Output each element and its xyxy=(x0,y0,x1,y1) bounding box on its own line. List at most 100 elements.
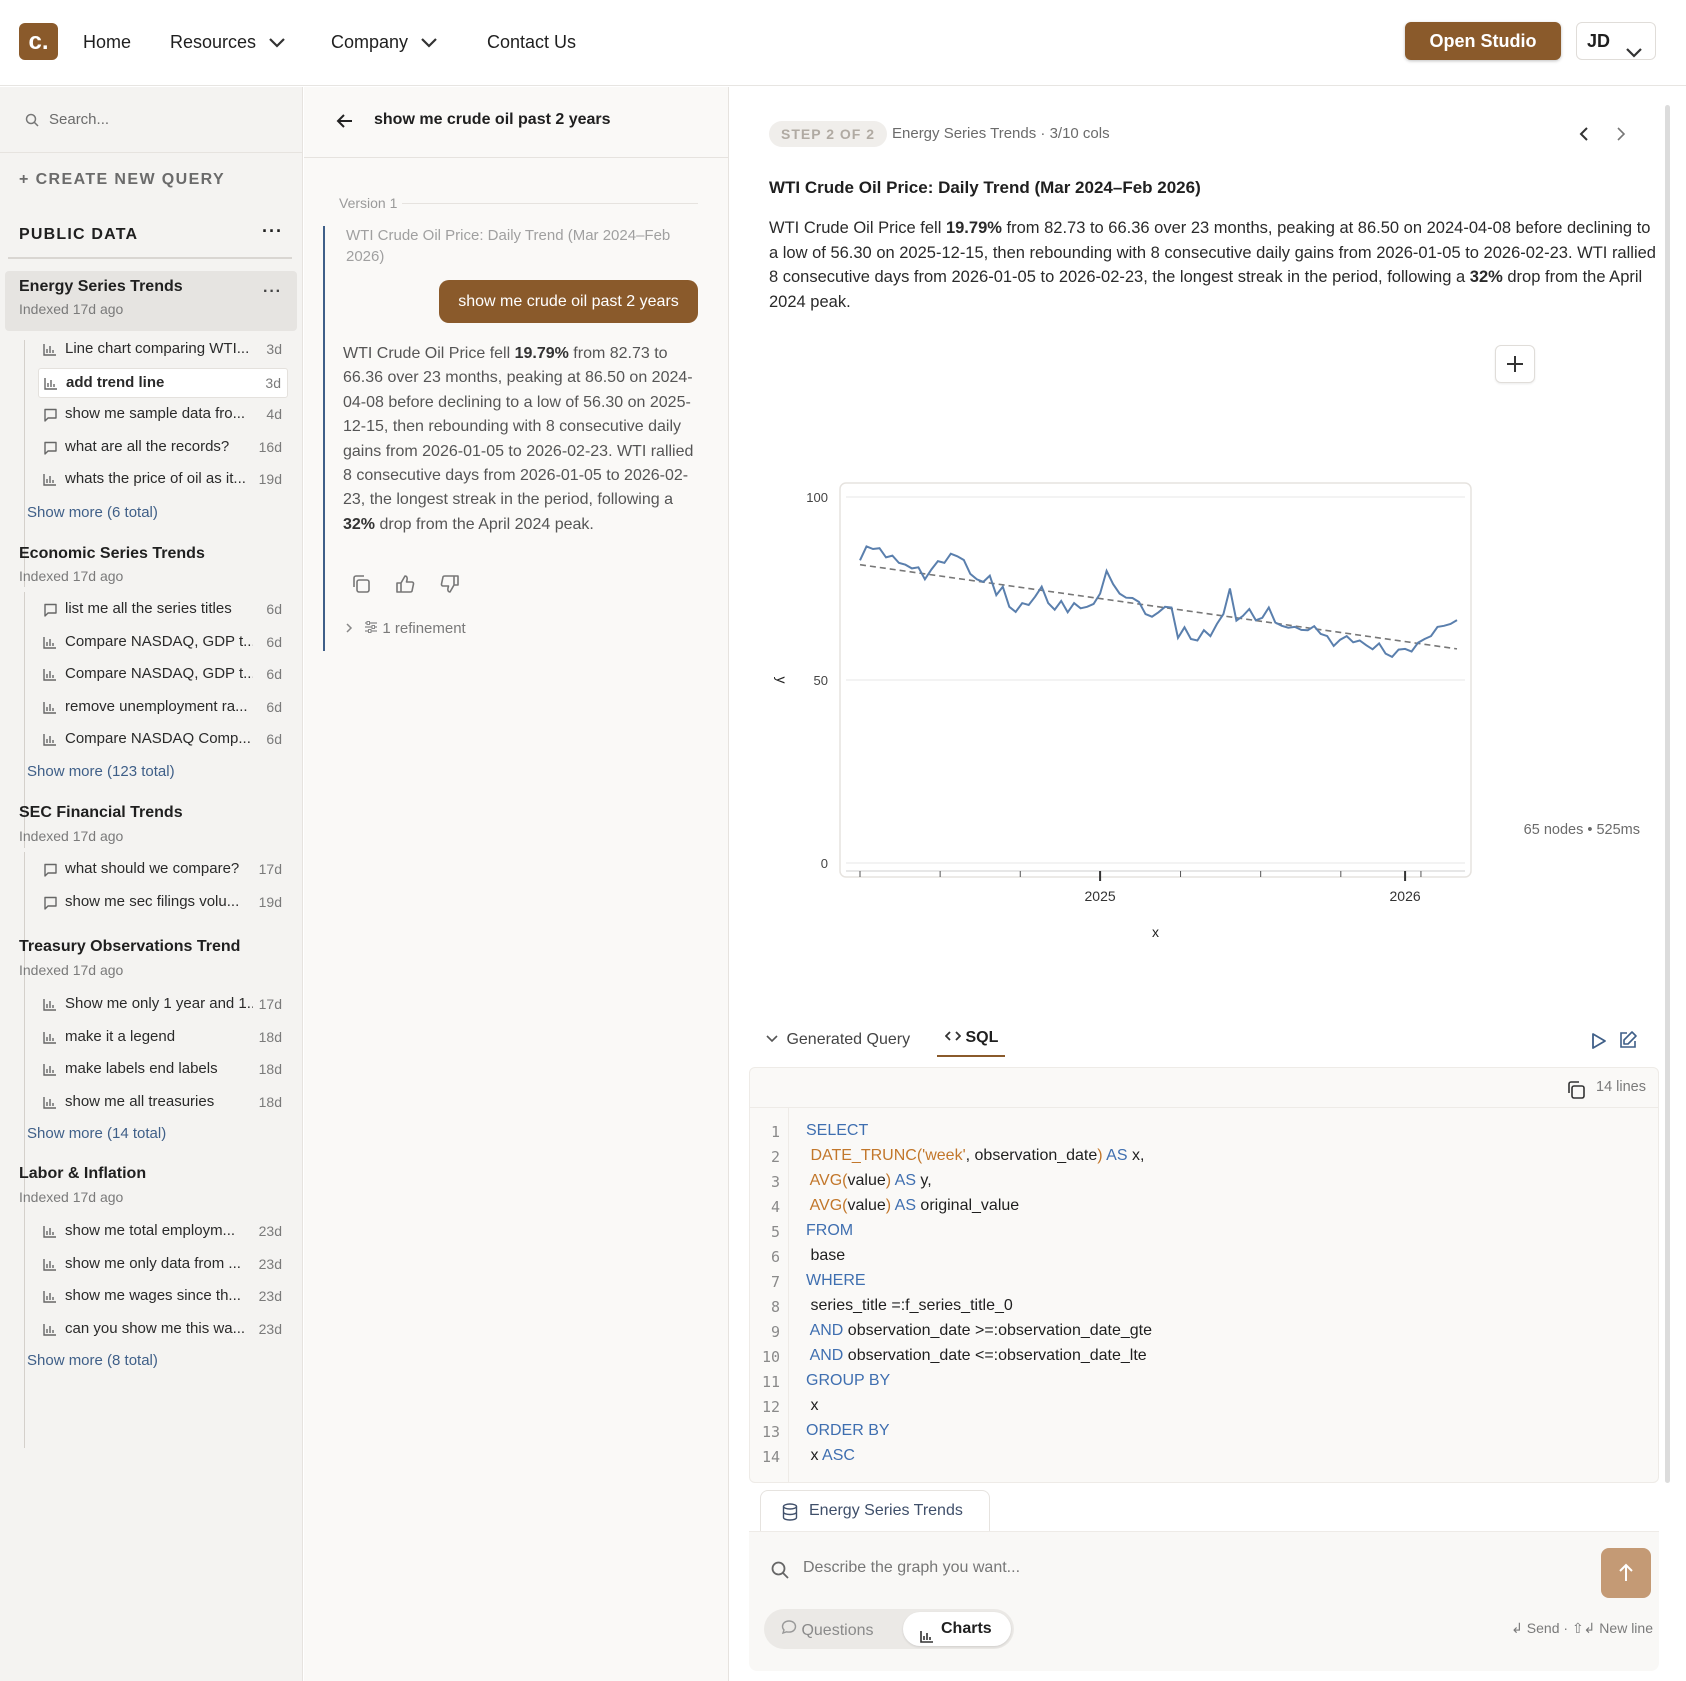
group-title-sec[interactable]: SEC Financial Trends xyxy=(19,804,183,822)
list-item[interactable]: Compare NASDAQ, GDP t... 6d xyxy=(38,628,288,658)
list-item-label: show me sec filings volu... xyxy=(65,892,240,910)
search-input[interactable]: Search... xyxy=(49,111,109,128)
list-item[interactable]: make it a legend 18d xyxy=(38,1023,288,1053)
list-item-label: Compare NASDAQ Comp... xyxy=(65,730,251,747)
x-tick-label: 2025 xyxy=(1085,888,1116,904)
list-item[interactable]: list me all the series titles 6d xyxy=(38,595,288,625)
list-item[interactable]: whats the price of oil as it... 19d xyxy=(38,465,288,495)
thumbs-up-icon[interactable] xyxy=(394,573,416,600)
group-more-button[interactable]: ··· xyxy=(263,283,282,301)
prompt-input[interactable]: Describe the graph you want... xyxy=(803,1559,1020,1577)
nav-company[interactable]: Company xyxy=(331,29,438,55)
chart-icon xyxy=(43,1290,57,1307)
answer-text: from 82.73 to 66.36 over 23 months, peak… xyxy=(343,345,694,509)
list-item[interactable]: add trend line 3d xyxy=(38,367,288,398)
y-tick-label: 50 xyxy=(814,673,828,688)
chevron-right-icon[interactable] xyxy=(1615,127,1627,146)
code-token: 'week' xyxy=(922,1147,966,1164)
mode-questions[interactable]: Questions xyxy=(781,1619,874,1640)
group-title-treasury[interactable]: Treasury Observations Trend xyxy=(19,938,240,956)
y-tick-label: 0 xyxy=(821,856,828,871)
list-item[interactable]: Line chart comparing WTI... 3d xyxy=(38,335,288,365)
list-item[interactable]: Show me only 1 year and 1... 17d xyxy=(38,990,288,1020)
comment-icon xyxy=(43,441,58,459)
chevron-left-icon[interactable] xyxy=(1578,127,1590,146)
add-button[interactable] xyxy=(1495,345,1535,383)
sidebar-search[interactable]: Search... xyxy=(0,87,303,153)
list-item[interactable]: what should we compare? 17d xyxy=(38,855,288,885)
back-arrow-icon[interactable] xyxy=(336,113,354,134)
list-item[interactable]: show me sec filings volu... 19d xyxy=(38,888,288,918)
list-item-age: 6d xyxy=(266,666,282,682)
copy-icon[interactable] xyxy=(1565,1079,1587,1106)
list-item[interactable]: show me sample data fro... 4d xyxy=(38,400,288,430)
step-info: Energy Series Trends · 3/10 cols xyxy=(892,125,1110,142)
list-item[interactable]: remove unemployment ra... 6d xyxy=(38,693,288,723)
line-chart[interactable]: 0 50 100 2025 2026 x y xyxy=(750,387,1570,947)
code-line: WHERE xyxy=(806,1272,866,1290)
code-line: base xyxy=(806,1247,845,1265)
chart-title: WTI Crude Oil Price: Daily Trend (Mar 20… xyxy=(769,178,1201,197)
user-menu-button[interactable]: JD xyxy=(1576,22,1656,60)
show-more-link[interactable]: Show more (8 total) xyxy=(27,1352,158,1369)
list-item[interactable]: Compare NASDAQ, GDP t... 6d xyxy=(38,660,288,690)
list-item-label: add trend line xyxy=(66,373,165,391)
copy-icon[interactable] xyxy=(350,573,372,600)
tab-sql[interactable]: SQL xyxy=(944,1029,998,1047)
list-item[interactable]: make labels end labels 18d xyxy=(38,1055,288,1085)
group-title-energy[interactable]: Energy Series Trends xyxy=(19,278,183,296)
mode-toggle: Questions Charts xyxy=(764,1609,1014,1649)
user-initials: JD xyxy=(1587,31,1611,51)
code-token: x xyxy=(806,1447,819,1464)
list-item-label: make labels end labels xyxy=(65,1060,218,1077)
code-line: x xyxy=(806,1397,818,1415)
chart-icon xyxy=(43,668,57,685)
list-item[interactable]: can you show me this wa... 23d xyxy=(38,1315,288,1345)
list-item[interactable]: what are all the records? 16d xyxy=(38,433,288,463)
show-more-link[interactable]: Show more (14 total) xyxy=(27,1125,166,1142)
open-studio-button[interactable]: Open Studio xyxy=(1405,22,1561,60)
thumbs-down-icon[interactable] xyxy=(439,573,461,600)
version-label[interactable]: Version 1 xyxy=(339,195,397,211)
list-item[interactable]: Compare NASDAQ Comp... 6d xyxy=(38,725,288,755)
group-title-economic[interactable]: Economic Series Trends xyxy=(19,545,205,563)
logo[interactable]: c. xyxy=(19,23,58,60)
section-more-button[interactable]: ··· xyxy=(262,221,283,242)
code-token: WHERE xyxy=(806,1272,866,1289)
tree-line xyxy=(24,852,25,1006)
list-item-age: 6d xyxy=(266,633,282,650)
line-number: 8 xyxy=(770,1298,780,1316)
send-button[interactable] xyxy=(1601,1548,1651,1598)
list-item-label: Show me only 1 year and 1... xyxy=(65,995,253,1012)
sql-code-block[interactable]: 14 lines 1 SELECT 2 DATE_TRUNC('week', obs… xyxy=(749,1067,1659,1483)
scrollbar[interactable] xyxy=(1665,105,1670,1483)
list-item[interactable]: show me all treasuries 18d xyxy=(38,1088,288,1118)
chart-icon xyxy=(43,1031,57,1048)
nav-contact[interactable]: Contact Us xyxy=(487,29,576,55)
list-item[interactable]: show me wages since th... 23d xyxy=(38,1282,288,1312)
search-icon xyxy=(770,1560,790,1585)
source-tab[interactable]: Energy Series Trends xyxy=(760,1490,990,1532)
list-item[interactable]: show me total employm... 23d xyxy=(38,1217,288,1247)
edit-icon[interactable] xyxy=(1617,1029,1639,1056)
list-item[interactable]: show me only data from ... 23d xyxy=(38,1250,288,1280)
comment-icon xyxy=(43,896,58,914)
list-item-label: what are all the records? xyxy=(65,437,230,455)
x-tick-label: 2026 xyxy=(1390,888,1421,904)
list-item-age: 23d xyxy=(258,1255,282,1272)
group-title-labor[interactable]: Labor & Inflation xyxy=(19,1165,146,1183)
nav-resources[interactable]: Resources xyxy=(170,29,286,55)
show-more-link[interactable]: Show more (6 total) xyxy=(27,504,158,521)
nav-home[interactable]: Home xyxy=(83,29,131,55)
show-more-link[interactable]: Show more (123 total) xyxy=(27,763,175,780)
mode-charts[interactable]: Charts xyxy=(903,1612,1011,1646)
create-new-query-button[interactable]: + CREATE NEW QUERY xyxy=(19,171,225,189)
play-icon[interactable] xyxy=(1588,1031,1608,1056)
code-line: AND observation_date >=:observation_date… xyxy=(806,1322,1152,1340)
nav-company-label: Company xyxy=(331,32,409,52)
generated-query-toggle[interactable]: Generated Query xyxy=(766,1031,910,1049)
code-token: SELECT xyxy=(806,1122,869,1139)
refinement-toggle[interactable]: 1 refinement xyxy=(344,620,466,637)
line-number: 6 xyxy=(770,1248,780,1266)
code-token: AS xyxy=(1102,1147,1128,1164)
